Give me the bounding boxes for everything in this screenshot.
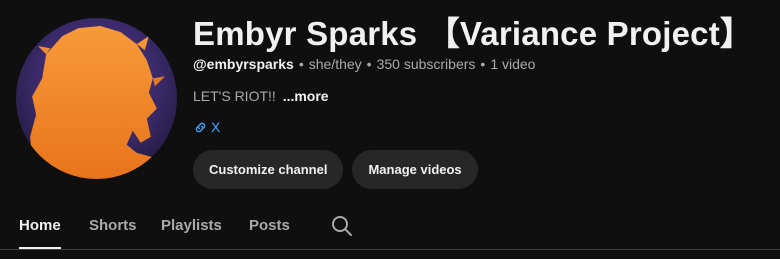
channel-link[interactable]: X [193,119,220,135]
tab-home[interactable]: Home [19,203,61,249]
more-link[interactable]: ...more [283,88,329,104]
tab-posts[interactable]: Posts [249,203,290,248]
tab-shorts[interactable]: Shorts [89,203,137,248]
channel-meta: @embyrsparks • she/they • 350 subscribers • 1 … [193,56,535,72]
link-label: X [211,119,221,135]
avatar-image [16,18,177,179]
manage-videos-button[interactable]: Manage videos [352,150,478,189]
description-text: LET'S RIOT!! [193,88,276,104]
meta-separator: • [480,56,486,72]
tab-playlists[interactable]: Playlists [161,203,222,248]
channel-pronouns: she/they [308,56,362,72]
meta-separator: • [366,56,372,72]
customize-channel-button[interactable]: Customize channel [193,150,344,189]
channel-avatar[interactable] [16,18,177,179]
meta-separator: • [298,56,304,72]
channel-tabs: Home Shorts Playlists Posts [0,203,780,250]
subscriber-count: 350 subscribers [376,56,476,72]
search-icon[interactable] [330,214,354,238]
channel-handle: @embyrsparks [193,56,294,72]
channel-name: Embyr Sparks 【Variance Project】 [193,15,754,52]
link-icon [195,122,206,132]
channel-actions: Customize channel Manage videos [193,150,478,189]
video-count: 1 video [490,56,536,72]
channel-description[interactable]: LET'S RIOT!! ...more [193,88,329,104]
